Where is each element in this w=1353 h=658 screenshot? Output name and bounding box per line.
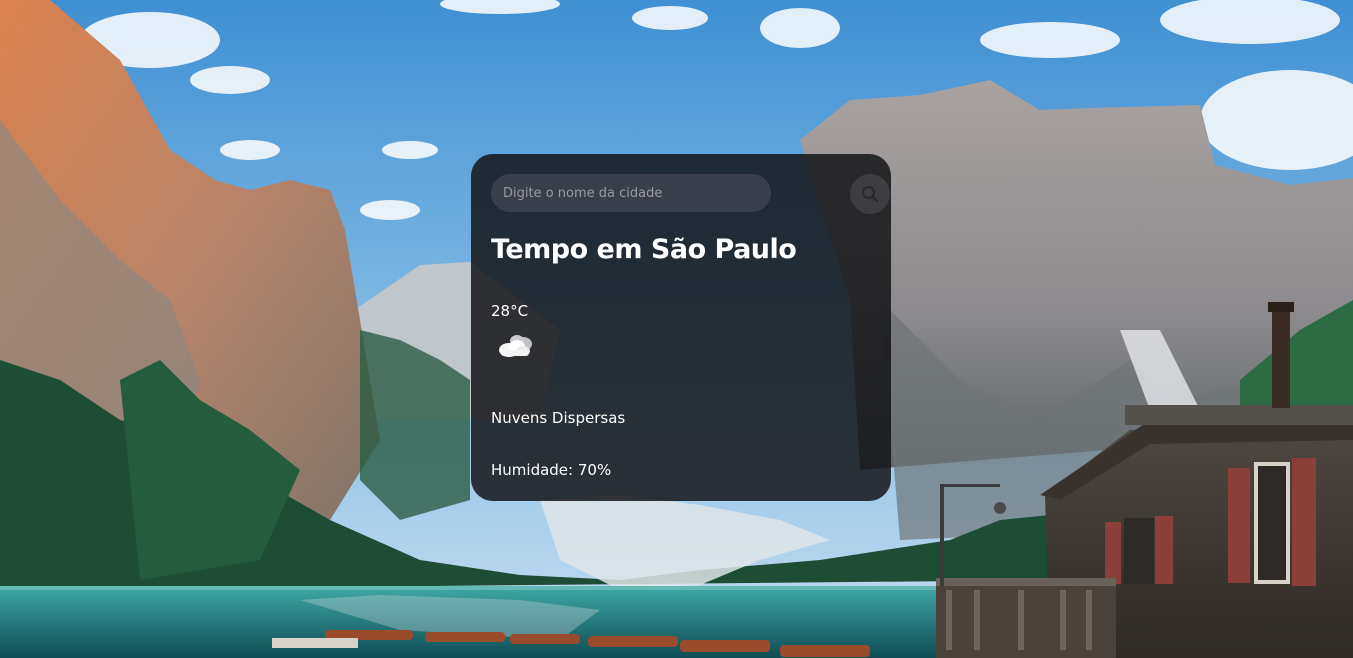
city-weather-title: Tempo em São Paulo	[491, 234, 797, 265]
search-button[interactable]	[850, 174, 890, 214]
city-search-input[interactable]	[491, 174, 771, 212]
app-window: Tempo em São Paulo 28°C Nuvens Dispersas…	[0, 0, 1353, 658]
search-icon	[862, 186, 879, 203]
humidity-value: Humidade: 70%	[491, 461, 612, 479]
temperature-value: 28°C	[491, 302, 529, 320]
search-bar	[491, 174, 890, 214]
weather-card: Tempo em São Paulo 28°C Nuvens Dispersas…	[471, 154, 891, 501]
scattered-clouds-icon	[499, 335, 532, 357]
weather-description: Nuvens Dispersas	[491, 409, 626, 427]
